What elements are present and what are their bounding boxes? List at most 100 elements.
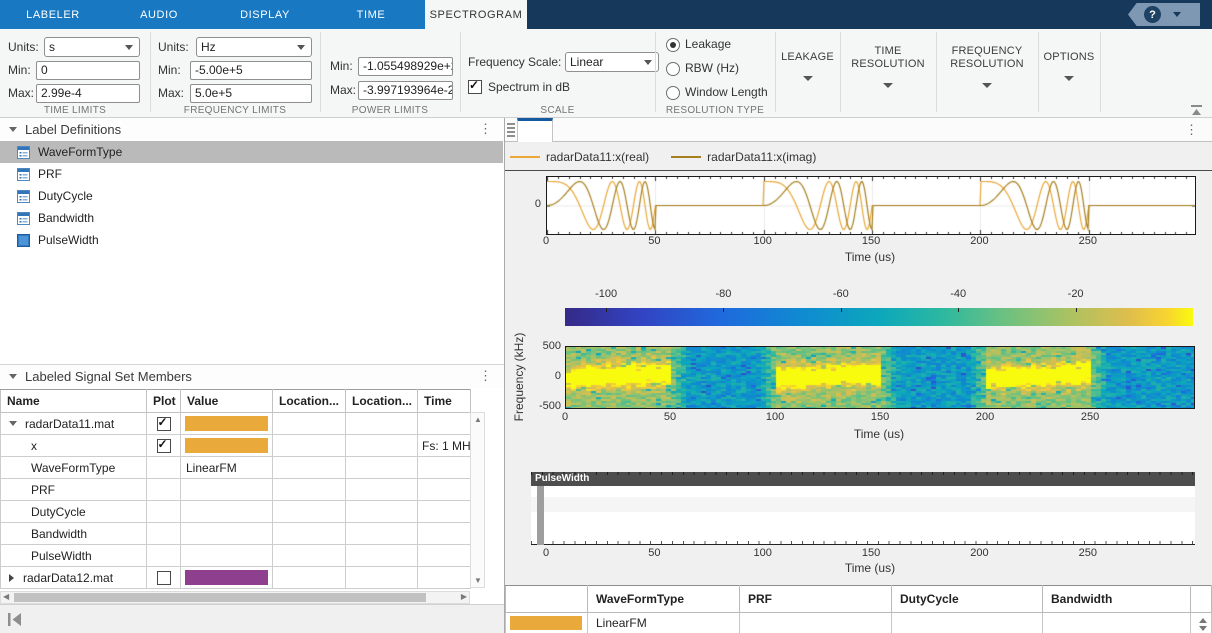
- window-length-radio[interactable]: [666, 86, 680, 100]
- label-value[interactable]: LinearFM: [181, 461, 237, 475]
- label-definition-waveformtype[interactable]: WaveFormType: [0, 141, 503, 163]
- pulsewidth-strip-body[interactable]: [531, 486, 1195, 545]
- scroll-up-icon[interactable]: ▲: [474, 415, 482, 424]
- table-row[interactable]: DutyCycle: [1, 501, 471, 523]
- tab-audio[interactable]: AUDIO: [106, 0, 212, 29]
- time-resolution-dropdown-button[interactable]: TIME RESOLUTION: [841, 29, 935, 103]
- pulsewidth-label-strip[interactable]: PulseWidth: [531, 472, 1195, 546]
- col-name[interactable]: Name: [1, 390, 147, 413]
- freq-units-select[interactable]: Hz: [196, 37, 312, 57]
- expander-icon[interactable]: [9, 421, 17, 426]
- table-scroll-spinner[interactable]: [1197, 618, 1209, 631]
- plot-checkbox[interactable]: [157, 439, 171, 453]
- freq-min-input[interactable]: -5.00e+5: [190, 61, 312, 80]
- power-max-input[interactable]: -3.997193964e-2: [358, 81, 453, 100]
- col-value[interactable]: Value: [181, 390, 273, 413]
- waveformtype-value[interactable]: LinearFM: [588, 613, 740, 633]
- leakage-radio[interactable]: [666, 38, 680, 52]
- col-plot[interactable]: Plot: [147, 390, 181, 413]
- table-row[interactable]: Bandwidth: [1, 523, 471, 545]
- spectrogram-toolstrip: Units: s Min: 0 Max: 2.99e-4 TIME LIMITS…: [0, 29, 1212, 118]
- time-max-input[interactable]: 2.99e-4: [36, 84, 140, 103]
- signal-labeler-app: LABELER AUDIO DISPLAY TIME SPECTROGRAM ?…: [0, 0, 1212, 633]
- col-dutycycle[interactable]: DutyCycle: [892, 586, 1043, 613]
- plot-tab[interactable]: [517, 118, 553, 142]
- help-button[interactable]: ?: [1128, 3, 1200, 26]
- scroll-down-icon[interactable]: [1199, 626, 1207, 631]
- label-definition-dutycycle[interactable]: DutyCycle: [0, 185, 503, 207]
- plot-checkbox[interactable]: [157, 571, 171, 585]
- panel-menu-icon[interactable]: ⋮: [479, 368, 492, 384]
- colorbar-tick-mark: [606, 308, 607, 312]
- axis-tick-label: 0: [562, 411, 568, 423]
- tab-labeler[interactable]: LABELER: [0, 0, 106, 29]
- tab-time[interactable]: TIME: [318, 0, 424, 29]
- value-swatch[interactable]: [185, 416, 268, 431]
- label-definition-bandwidth[interactable]: Bandwidth: [0, 207, 503, 229]
- value-swatch[interactable]: [185, 438, 268, 453]
- col-time[interactable]: Time: [418, 390, 471, 413]
- label-definition-prf[interactable]: PRF: [0, 163, 503, 185]
- expander-icon[interactable]: [9, 574, 14, 582]
- frequency-scale-select[interactable]: Linear: [565, 52, 659, 72]
- spectrogram-plot[interactable]: [565, 346, 1195, 409]
- time-domain-plot[interactable]: [546, 176, 1196, 235]
- scroll-right-icon[interactable]: ▶: [461, 592, 467, 601]
- table-row[interactable]: radarData11.mat: [1, 413, 471, 435]
- bandwidth-value[interactable]: [1043, 613, 1191, 633]
- freq-max-input[interactable]: 5.0e+5: [190, 84, 312, 103]
- collapse-section-icon[interactable]: [9, 374, 17, 379]
- scroll-up-icon[interactable]: [1199, 618, 1207, 623]
- value-swatch[interactable]: [185, 570, 268, 585]
- tab-spectrogram[interactable]: SPECTROGRAM: [425, 0, 527, 29]
- table-row[interactable]: LinearFM: [506, 613, 1212, 633]
- pulsewidth-band[interactable]: PulseWidth: [531, 472, 1195, 486]
- scroll-left-icon[interactable]: ◀: [3, 592, 9, 601]
- leakage-dropdown-button[interactable]: LEAKAGE: [776, 29, 839, 103]
- axis-tick-label: 50: [648, 235, 660, 247]
- panel-menu-icon[interactable]: ⋮: [479, 121, 492, 137]
- col-location1[interactable]: Location...: [273, 390, 346, 413]
- time-units-select[interactable]: s: [44, 37, 140, 57]
- power-min-input[interactable]: -1.055498929e+2: [358, 57, 453, 76]
- table-row[interactable]: PulseWidth: [1, 545, 471, 567]
- axis-tick-label: 200: [976, 411, 994, 423]
- tab-list-icon[interactable]: [507, 123, 515, 139]
- table-row[interactable]: x Fs: 1 MHz: [1, 435, 471, 457]
- tab-display[interactable]: DISPLAY: [212, 0, 318, 29]
- label-definition-name: Bandwidth: [38, 211, 94, 225]
- collapse-toolstrip-icon[interactable]: [1190, 104, 1203, 118]
- table-row[interactable]: radarData12.mat: [1, 567, 471, 589]
- scrollbar-thumb[interactable]: [14, 593, 426, 602]
- axis-tick-label: 150: [862, 547, 880, 559]
- plot-checkbox[interactable]: [157, 417, 171, 431]
- label-definition-name: PulseWidth: [38, 233, 99, 247]
- display-menu-icon[interactable]: ⋮: [1185, 122, 1198, 138]
- axis-tick-label: 150: [862, 235, 880, 247]
- dutycycle-value[interactable]: [892, 613, 1043, 633]
- collapse-panel-icon[interactable]: [8, 613, 21, 629]
- spectrum-in-db-checkbox[interactable]: [468, 80, 482, 94]
- label-definition-name: PRF: [38, 167, 62, 181]
- options-dropdown-button[interactable]: OPTIONS: [1039, 29, 1099, 103]
- col-bandwidth[interactable]: Bandwidth: [1043, 586, 1191, 613]
- label-definition-pulsewidth[interactable]: PulseWidth: [0, 229, 503, 251]
- collapse-section-icon[interactable]: [9, 127, 17, 132]
- table-row[interactable]: WaveFormType LinearFM: [1, 457, 471, 479]
- prf-value[interactable]: [740, 613, 892, 633]
- axis-tick-label: 250: [1081, 411, 1099, 423]
- col-prf[interactable]: PRF: [740, 586, 892, 613]
- members-header[interactable]: Labeled Signal Set Members ⋮: [0, 365, 504, 388]
- col-location2[interactable]: Location...: [346, 390, 418, 413]
- col-waveformtype[interactable]: WaveFormType: [588, 586, 740, 613]
- scroll-down-icon[interactable]: ▼: [474, 576, 482, 585]
- strip-left-handle[interactable]: [537, 486, 544, 545]
- label-definitions-title: Label Definitions: [25, 122, 121, 137]
- time-min-input[interactable]: 0: [36, 61, 140, 80]
- rbw-radio[interactable]: [666, 62, 680, 76]
- frequency-resolution-dropdown-button[interactable]: FREQUENCY RESOLUTION: [937, 29, 1037, 103]
- label-definitions-header[interactable]: Label Definitions ⋮: [0, 118, 504, 141]
- members-horizontal-scrollbar[interactable]: ◀ ▶: [0, 591, 470, 604]
- table-row[interactable]: PRF: [1, 479, 471, 501]
- members-vertical-scrollbar[interactable]: ▲ ▼: [470, 412, 485, 588]
